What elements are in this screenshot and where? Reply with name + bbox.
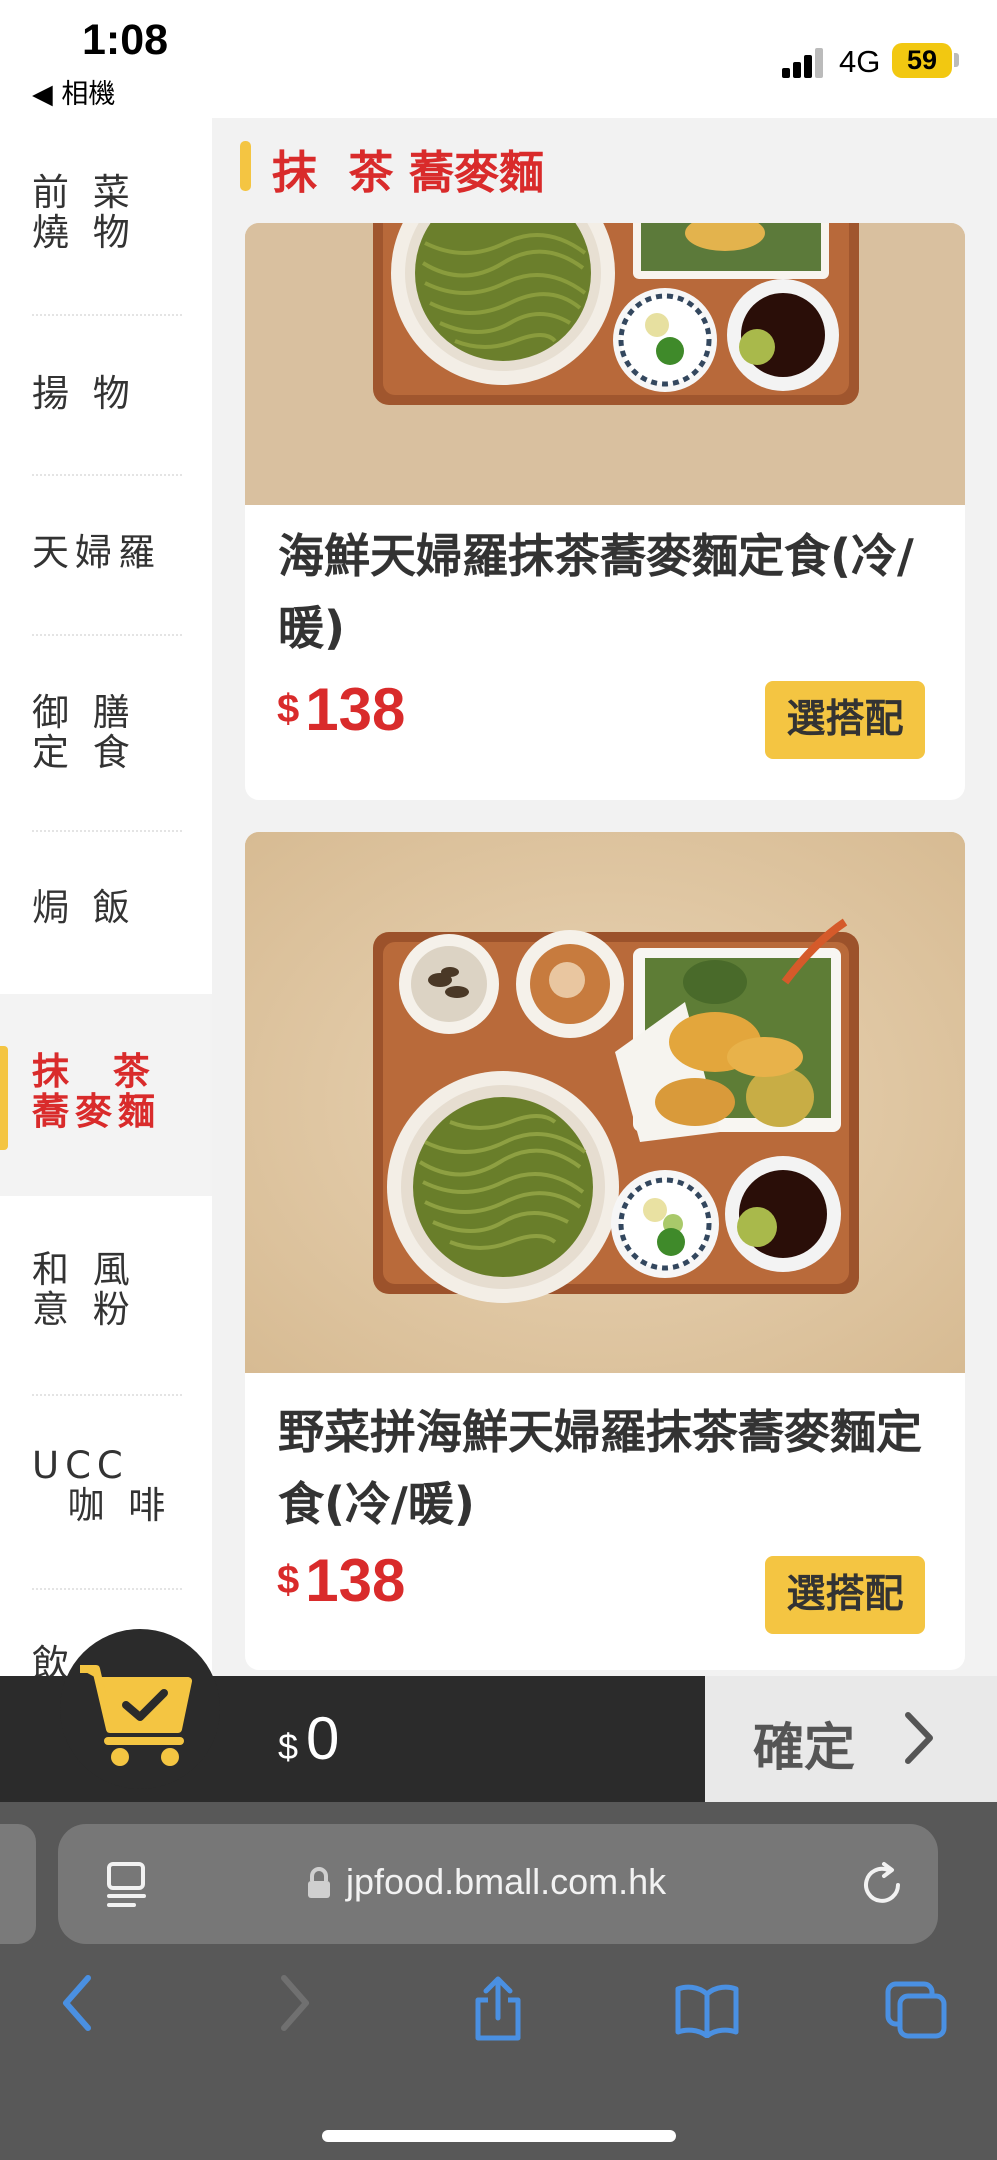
battery-level: 59 <box>906 45 938 75</box>
previous-tab-preview[interactable] <box>0 1824 36 1944</box>
sidebar-item-label: 御 膳 定 食 <box>32 691 136 774</box>
shopping-cart-check-icon <box>80 1665 192 1766</box>
sidebar-item-fried[interactable]: 揚 物 <box>0 316 212 476</box>
section-header: 抹 茶 蕎麥麵 <box>212 118 997 223</box>
back-to-camera-link[interactable]: ◀ 相機 <box>32 72 115 111</box>
share-icon[interactable] <box>470 1976 526 2042</box>
url-text: jpfood.bmall.com.hk <box>346 1861 667 1902</box>
soba-set-image <box>245 223 965 505</box>
food-photo <box>245 832 965 1373</box>
cart-button[interactable] <box>60 1629 220 1789</box>
confirm-label: 確定 <box>753 1719 856 1778</box>
sidebar-item-label: 抹 茶 蕎麥麵 <box>32 1050 161 1133</box>
address-bar[interactable]: jpfood.bmall.com.hk <box>58 1824 938 1944</box>
bookmarks-icon[interactable] <box>674 1982 740 2038</box>
item-price: $138 <box>277 1547 406 1614</box>
sidebar-item-label: 天婦羅 <box>32 531 161 574</box>
choose-options-button[interactable]: 選搭配 <box>765 1556 925 1634</box>
section-title: 抹 茶 蕎麥麵 <box>272 146 544 199</box>
food-photo <box>245 223 965 505</box>
sidebar-item-appetizers[interactable]: 前 菜 燒 物 <box>0 118 212 316</box>
sidebar-item-label: 前 菜 燒 物 <box>32 171 136 254</box>
cart-total: $0 <box>278 1705 340 1772</box>
item-price: $138 <box>277 676 406 743</box>
status-bar: 1:08 ◀ 相機 4G 59 <box>0 0 997 118</box>
category-sidebar: 前 菜 燒 物 揚 物 天婦羅 御 膳 定 食 焗 飯 抹 茶 蕎麥麵 和 風 … <box>0 118 212 1684</box>
item-name: 海鮮天婦羅抹茶蕎麥麵定食(冷/暖) <box>278 529 914 655</box>
back-arrow-icon[interactable] <box>56 1970 100 2036</box>
sidebar-item-set-meals[interactable]: 御 膳 定 食 <box>0 636 212 832</box>
sidebar-item-matcha-soba[interactable]: 抹 茶 蕎麥麵 <box>0 994 212 1196</box>
sidebar-item-label: UCC 咖 啡 <box>32 1444 172 1527</box>
sidebar-item-label: 和 風 意 粉 <box>32 1248 136 1331</box>
choose-options-button[interactable]: 選搭配 <box>765 681 925 759</box>
reader-mode-icon[interactable] <box>104 1860 152 1910</box>
lock-icon <box>308 1867 330 1898</box>
home-indicator[interactable] <box>322 2130 676 2142</box>
soba-tempura-set-image <box>245 832 965 1373</box>
reload-icon[interactable] <box>858 1860 908 1910</box>
battery-icon: 59 <box>892 43 952 78</box>
status-time: 1:08 <box>82 16 169 64</box>
sidebar-item-baked-rice[interactable]: 焗 飯 <box>0 832 212 992</box>
sidebar-item-pasta[interactable]: 和 風 意 粉 <box>0 1196 212 1396</box>
confirm-button[interactable]: 確定 <box>705 1676 997 1802</box>
tabs-icon[interactable] <box>884 1980 948 2042</box>
item-name: 野菜拼海鮮天婦羅抹茶蕎麥麵定食(冷/暖) <box>278 1405 922 1531</box>
sidebar-item-ucc-coffee[interactable]: UCC 咖 啡 <box>0 1396 212 1590</box>
menu-item-card[interactable]: 野菜拼海鮮天婦羅抹茶蕎麥麵定食(冷/暖) $138 選搭配 <box>245 832 965 1670</box>
chevron-right-icon <box>905 1712 933 1764</box>
sidebar-item-label: 揚 物 <box>32 372 136 415</box>
forward-arrow-icon[interactable] <box>272 1970 316 2036</box>
menu-item-card[interactable]: 海鮮天婦羅抹茶蕎麥麵定食(冷/暖) $138 選搭配 <box>245 223 965 800</box>
active-indicator <box>0 1046 8 1150</box>
cellular-signal-icon <box>782 46 826 78</box>
section-accent-bar <box>240 141 251 191</box>
browser-toolbar: jpfood.bmall.com.hk <box>0 1802 997 2160</box>
sidebar-item-label: 焗 飯 <box>32 886 136 929</box>
network-type: 4G <box>839 44 881 79</box>
menu-content: 海鮮天婦羅抹茶蕎麥麵定食(冷/暖) $138 選搭配 野菜拼海鮮天婦羅抹茶蕎麥麵… <box>212 118 997 1676</box>
sidebar-item-tempura[interactable]: 天婦羅 <box>0 476 212 636</box>
